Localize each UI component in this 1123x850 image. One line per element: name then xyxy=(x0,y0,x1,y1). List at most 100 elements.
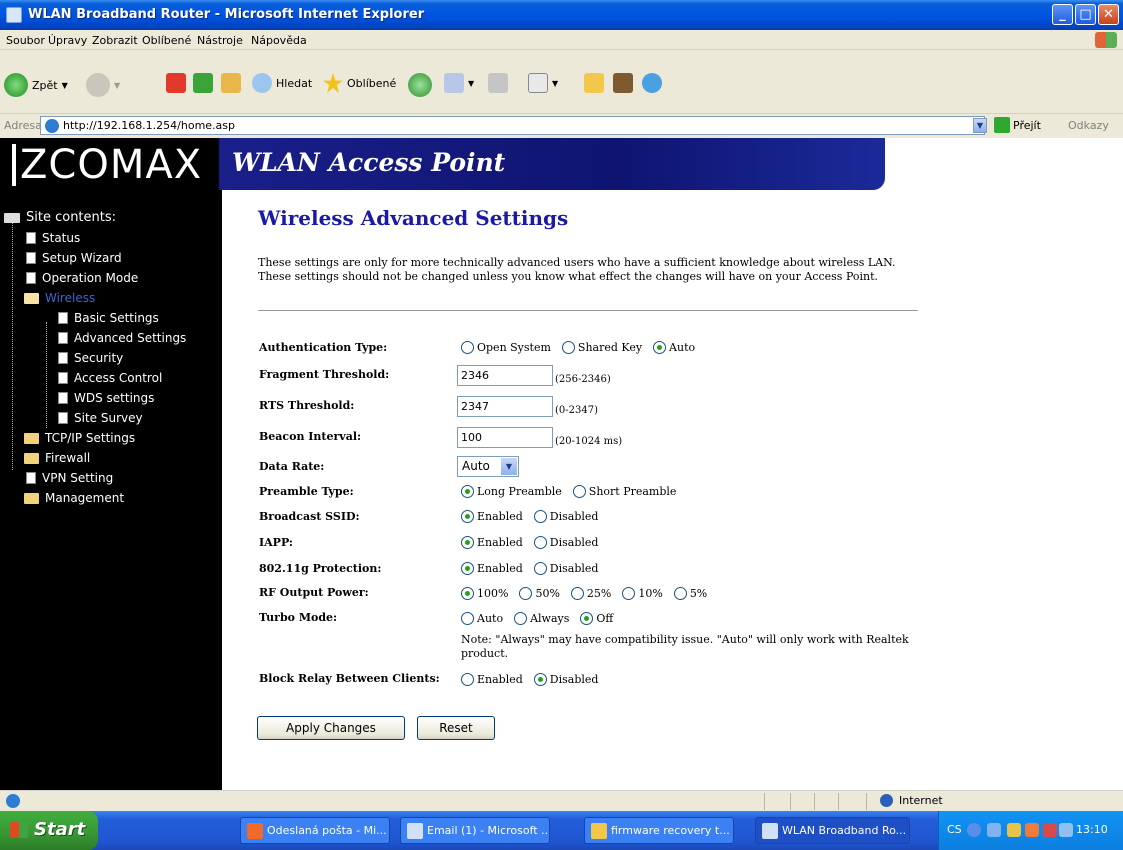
sidebar-item-wds-settings[interactable]: WDS settings xyxy=(58,391,154,405)
radio-button-selected[interactable] xyxy=(461,510,474,523)
radio-button[interactable] xyxy=(561,341,575,354)
outlook-tray-icon[interactable] xyxy=(1025,823,1039,837)
sidebar-item-tcpip-settings[interactable]: TCP/IP Settings xyxy=(24,431,135,445)
preamble-long-option[interactable]: Long Preamble xyxy=(461,485,562,498)
radio-button[interactable] xyxy=(514,612,528,625)
mail-button[interactable]: ▼ xyxy=(444,73,474,93)
radio-button[interactable] xyxy=(673,587,687,600)
radio-button-selected[interactable] xyxy=(461,536,474,549)
links-button[interactable]: Odkazy xyxy=(1068,119,1109,132)
apply-changes-button[interactable]: Apply Changes xyxy=(257,716,405,740)
rf-50-option[interactable]: 50% xyxy=(519,587,560,600)
ssid-enabled-option[interactable]: Enabled xyxy=(461,510,523,523)
sidebar-item-vpn-setting[interactable]: VPN Setting xyxy=(26,471,113,485)
menu-tools[interactable]: Nástroje xyxy=(197,34,243,47)
reset-button[interactable]: Reset xyxy=(417,716,495,740)
home-button[interactable] xyxy=(221,73,241,93)
iapp-disabled-option[interactable]: Disabled xyxy=(533,536,598,549)
auth-auto-option[interactable]: Auto xyxy=(653,341,695,354)
radio-button-selected[interactable] xyxy=(461,562,474,575)
print-button[interactable] xyxy=(488,73,508,93)
turbo-auto-option[interactable]: Auto xyxy=(461,612,503,625)
radio-button-selected[interactable] xyxy=(461,587,474,600)
radio-button-selected[interactable] xyxy=(533,673,547,686)
protection-enabled-option[interactable]: Enabled xyxy=(461,562,523,575)
sidebar-item-setup-wizard[interactable]: Setup Wizard xyxy=(26,251,122,265)
fragment-threshold-input[interactable]: 2346 xyxy=(457,365,553,386)
tray-expand-icon[interactable] xyxy=(967,823,981,837)
turbo-always-option[interactable]: Always xyxy=(514,612,569,625)
radio-button[interactable] xyxy=(622,587,636,600)
edit-button[interactable]: ▼ xyxy=(528,73,558,93)
history-button[interactable] xyxy=(408,73,432,97)
beacon-interval-input[interactable]: 100 xyxy=(457,427,553,448)
relay-enabled-option[interactable]: Enabled xyxy=(461,673,523,686)
favorites-button[interactable]: Oblíbené xyxy=(323,73,396,93)
radio-button[interactable] xyxy=(533,510,547,523)
sidebar-item-operation-mode[interactable]: Operation Mode xyxy=(26,271,138,285)
sidebar-item-access-control[interactable]: Access Control xyxy=(58,371,162,385)
turbo-off-option[interactable]: Off xyxy=(580,612,613,625)
radio-button[interactable] xyxy=(519,587,533,600)
radio-button[interactable] xyxy=(461,341,474,354)
taskbar-item-outlook-sent[interactable]: Odeslaná pošta - Mi... xyxy=(240,817,390,844)
minimize-button[interactable]: _ xyxy=(1052,4,1073,25)
sidebar-item-basic-settings[interactable]: Basic Settings xyxy=(58,311,159,325)
menu-view[interactable]: Zobrazit xyxy=(92,34,138,47)
close-button[interactable]: ✕ xyxy=(1098,4,1119,25)
stop-button[interactable] xyxy=(166,73,186,93)
sidebar-item-wireless[interactable]: Wireless xyxy=(24,291,95,305)
refresh-button[interactable] xyxy=(193,73,213,93)
rts-threshold-input[interactable]: 2347 xyxy=(457,396,553,417)
sidebar-item-status[interactable]: Status xyxy=(26,231,80,245)
sidebar-item-site-survey[interactable]: Site Survey xyxy=(58,411,143,425)
menu-edit[interactable]: Úpravy xyxy=(48,34,87,47)
iapp-enabled-option[interactable]: Enabled xyxy=(461,536,523,549)
rf-25-option[interactable]: 25% xyxy=(570,587,611,600)
sidebar-item-security[interactable]: Security xyxy=(58,351,123,365)
protection-disabled-option[interactable]: Disabled xyxy=(533,562,598,575)
auth-shared-key-option[interactable]: Shared Key xyxy=(561,341,642,354)
address-input[interactable]: http://192.168.1.254/home.asp xyxy=(40,116,985,135)
taskbar-item-email[interactable]: Email (1) - Microsoft ... xyxy=(400,817,550,844)
window-titlebar[interactable]: WLAN Broadband Router - Microsoft Intern… xyxy=(0,0,1123,30)
sidebar-item-advanced-settings[interactable]: Advanced Settings xyxy=(58,331,186,345)
radio-button-selected[interactable] xyxy=(653,341,667,354)
folder-button[interactable] xyxy=(584,73,604,93)
maximize-button[interactable]: □ xyxy=(1075,4,1096,25)
security-tray-icon[interactable] xyxy=(1043,823,1057,837)
radio-button-selected[interactable] xyxy=(461,485,474,498)
rf-10-option[interactable]: 10% xyxy=(622,587,663,600)
radio-button-selected[interactable] xyxy=(580,612,594,625)
search-button[interactable]: Hledat xyxy=(252,73,312,93)
menu-file[interactable]: Soubor xyxy=(6,34,45,47)
network-icon[interactable] xyxy=(987,823,1001,837)
data-rate-select[interactable]: Auto ▼ xyxy=(457,456,519,477)
menu-help[interactable]: Nápověda xyxy=(251,34,307,47)
forward-button[interactable]: ▼ xyxy=(86,73,120,97)
radio-button[interactable] xyxy=(461,612,474,625)
messenger-button[interactable] xyxy=(642,73,662,93)
radio-button[interactable] xyxy=(572,485,586,498)
auth-open-system-option[interactable]: Open System xyxy=(461,341,551,354)
radio-button[interactable] xyxy=(461,673,474,686)
radio-button[interactable] xyxy=(533,562,547,575)
go-button[interactable]: Přejít xyxy=(994,117,1041,133)
menu-favorites[interactable]: Oblíbené xyxy=(142,34,191,47)
radio-button[interactable] xyxy=(570,587,584,600)
start-button[interactable]: Start xyxy=(0,811,98,850)
radio-button[interactable] xyxy=(533,536,547,549)
address-dropdown-button[interactable]: ▼ xyxy=(973,118,987,133)
taskbar-item-wlan-router[interactable]: WLAN Broadband Ro... xyxy=(755,817,910,844)
sidebar-item-firewall[interactable]: Firewall xyxy=(24,451,90,465)
ssid-disabled-option[interactable]: Disabled xyxy=(533,510,598,523)
preamble-short-option[interactable]: Short Preamble xyxy=(572,485,676,498)
back-button[interactable]: Zpět ▼ xyxy=(4,73,68,97)
volume-icon[interactable] xyxy=(1007,823,1021,837)
taskbar-item-firmware-folder[interactable]: firmware recovery t... xyxy=(584,817,734,844)
sidebar-item-management[interactable]: Management xyxy=(24,491,124,505)
messenger-tray-icon[interactable] xyxy=(1059,823,1073,837)
relay-disabled-option[interactable]: Disabled xyxy=(533,673,598,686)
rf-100-option[interactable]: 100% xyxy=(461,587,508,600)
rf-5-option[interactable]: 5% xyxy=(673,587,707,600)
